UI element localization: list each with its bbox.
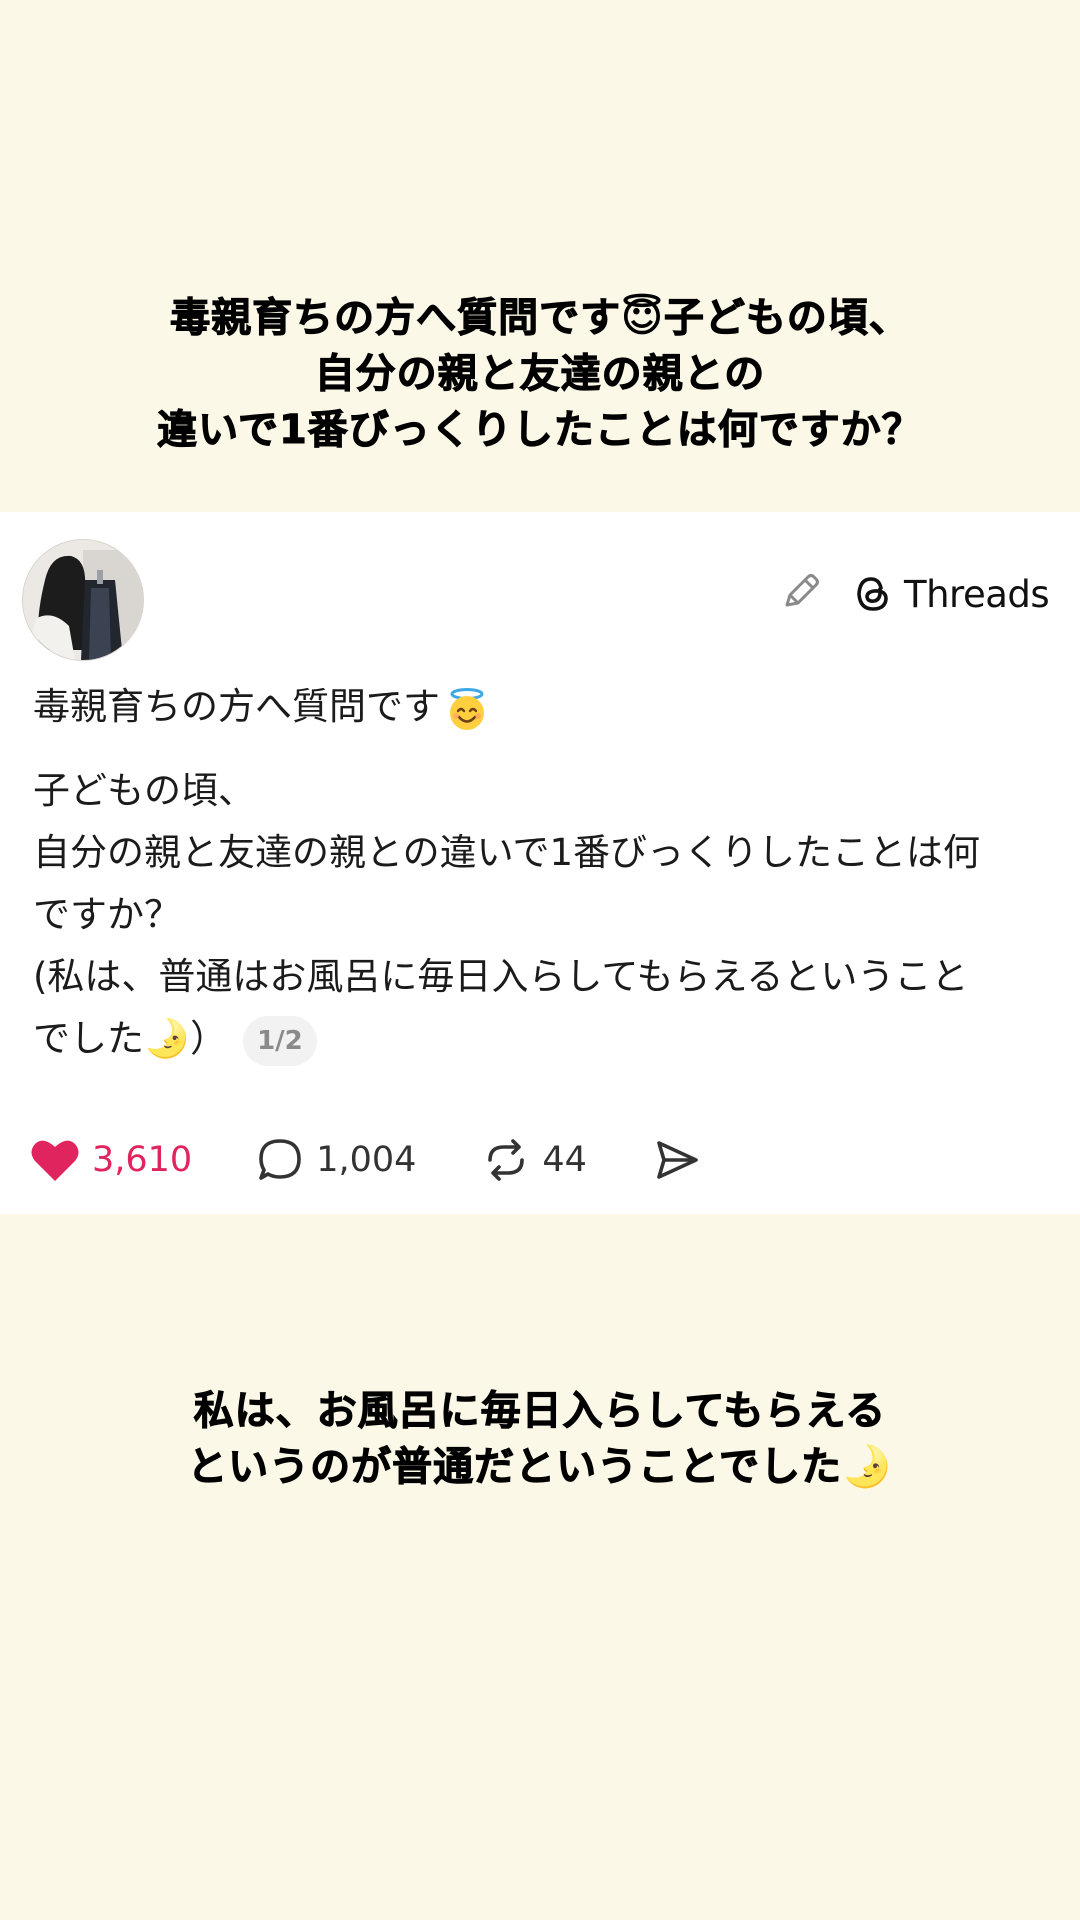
repost-button[interactable]: 44 bbox=[482, 1136, 587, 1184]
share-button[interactable] bbox=[653, 1136, 713, 1184]
repost-count: 44 bbox=[542, 1140, 587, 1180]
send-icon bbox=[657, 1141, 698, 1179]
answer-caption-line: というのが普通だということでした🌛 bbox=[187, 1444, 893, 1491]
post-body-last-line: でした🌛） 1/2 bbox=[33, 1008, 1043, 1070]
heart-icon bbox=[31, 1140, 79, 1181]
question-caption: 毒親育ちの方へ質問です😇子どもの頃、 自分の親と友達の親との 違いで1番びっくり… bbox=[0, 290, 1080, 458]
post-content: 毒親育ちの方へ質問です 子どもの頃、 自分の親と友達の親との違いで1番びっくりし… bbox=[33, 682, 1043, 1070]
post-body-line: (私は、普通はお風呂に毎日入らしてもらえるということ bbox=[33, 955, 969, 998]
post-body-line: 自分の親と友達の親との違いで1番びっくりしたことは何 bbox=[33, 831, 981, 874]
post-first-line: 毒親育ちの方へ質問です bbox=[33, 682, 1043, 732]
question-caption-line: 毒親育ちの方へ質問です😇子どもの頃、 bbox=[170, 295, 910, 342]
avatar[interactable] bbox=[22, 539, 144, 661]
threads-logo-icon bbox=[857, 577, 888, 611]
reply-button[interactable]: 1,004 bbox=[256, 1136, 416, 1184]
page-indicator-badge[interactable]: 1/2 bbox=[243, 1015, 317, 1066]
threads-brand[interactable]: Threads bbox=[852, 570, 1050, 618]
comment-bubble-icon bbox=[259, 1139, 302, 1180]
pencil-icon[interactable] bbox=[778, 568, 824, 614]
question-caption-line: 自分の親と友達の親との bbox=[314, 351, 766, 398]
post-body-line: でした🌛） bbox=[33, 1017, 228, 1060]
answer-caption-line: 私は、お風呂に毎日入らしてもらえる bbox=[193, 1388, 887, 1435]
post-body-line: ですか？ bbox=[33, 893, 181, 936]
reply-count: 1,004 bbox=[316, 1140, 417, 1180]
smiling-face-with-halo-emoji bbox=[450, 687, 484, 730]
like-button[interactable]: 3,610 bbox=[30, 1137, 192, 1183]
brand-name: Threads bbox=[904, 572, 1050, 616]
threads-post-card: Threads 毒親育ちの方へ質問です 子どもの頃、 自分の親と友達の親との違い… bbox=[0, 512, 1080, 1214]
like-count: 3,610 bbox=[92, 1140, 193, 1180]
post-actions: 3,610 1,004 44 bbox=[30, 1130, 713, 1190]
post-first-line-text: 毒親育ちの方へ質問です bbox=[33, 685, 440, 728]
answer-caption: 私は、お風呂に毎日入らしてもらえる というのが普通だということでした🌛 bbox=[0, 1383, 1080, 1495]
post-body-line: 子どもの頃、 bbox=[33, 769, 255, 812]
post-body-text: 子どもの頃、 自分の親と友達の親との違いで1番びっくりしたことは何 ですか？ (… bbox=[33, 760, 1043, 1070]
repost-icon bbox=[488, 1139, 525, 1181]
question-caption-line: 違いで1番びっくりしたことは何ですか？ bbox=[157, 407, 923, 454]
